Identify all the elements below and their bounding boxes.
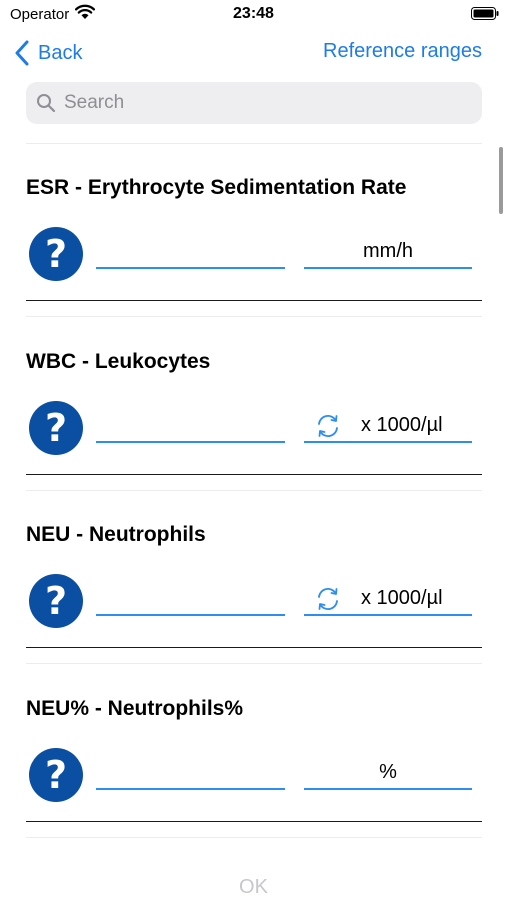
cell-underline <box>26 474 482 475</box>
back-label: Back <box>38 41 83 64</box>
test-cell-neu-percent: NEU% - Neutrophils% ? % <box>0 664 507 838</box>
svg-text:?: ? <box>45 579 67 623</box>
svg-text:?: ? <box>45 406 67 450</box>
help-icon[interactable]: ? <box>28 400 84 456</box>
value-input[interactable] <box>96 236 285 269</box>
svg-text:?: ? <box>45 753 67 797</box>
unit-label: x 1000/µl <box>361 414 443 436</box>
test-cell-neu: NEU - Neutrophils ? x 1000/µl <box>0 490 507 664</box>
test-title: WBC - Leukocytes <box>26 350 211 373</box>
search-input[interactable] <box>64 92 464 114</box>
status-bar: Operator 23:48 <box>0 0 507 30</box>
help-icon[interactable]: ? <box>28 226 84 282</box>
unit-field[interactable]: mm/h <box>304 236 472 269</box>
cell-underline <box>26 647 482 648</box>
refresh-icon[interactable] <box>315 586 341 612</box>
cell-divider <box>26 837 482 838</box>
unit-label: mm/h <box>363 240 413 262</box>
test-cell-esr: ESR - Erythrocyte Sedimentation Rate ? m… <box>0 143 507 317</box>
reference-ranges-button[interactable]: Reference ranges <box>323 40 482 63</box>
svg-text:?: ? <box>45 232 67 276</box>
cell-underline <box>26 821 482 822</box>
chevron-left-icon <box>15 40 29 66</box>
test-title: ESR - Erythrocyte Sedimentation Rate <box>26 176 407 199</box>
unit-label: x 1000/µl <box>361 587 443 609</box>
help-icon[interactable]: ? <box>28 573 84 629</box>
test-title: NEU% - Neutrophils% <box>26 697 244 720</box>
help-icon[interactable]: ? <box>28 747 84 803</box>
battery-icon <box>471 7 499 20</box>
test-title: NEU - Neutrophils <box>26 523 206 546</box>
cell-underline <box>26 300 482 301</box>
unit-field[interactable]: % <box>304 757 472 790</box>
unit-field[interactable]: x 1000/µl <box>304 410 472 443</box>
value-input[interactable] <box>96 757 285 790</box>
test-cell-wbc: WBC - Leukocytes ? x 1000/µl <box>0 317 507 491</box>
clock: 23:48 <box>233 5 274 22</box>
search-icon <box>37 94 56 113</box>
value-input[interactable] <box>96 410 285 443</box>
search-bar[interactable] <box>26 82 482 124</box>
refresh-icon[interactable] <box>315 413 341 439</box>
unit-label: % <box>379 761 397 783</box>
back-button[interactable]: Back <box>14 38 82 68</box>
value-input[interactable] <box>96 583 285 616</box>
unit-field[interactable]: x 1000/µl <box>304 583 472 616</box>
ok-button[interactable]: OK <box>0 876 507 899</box>
